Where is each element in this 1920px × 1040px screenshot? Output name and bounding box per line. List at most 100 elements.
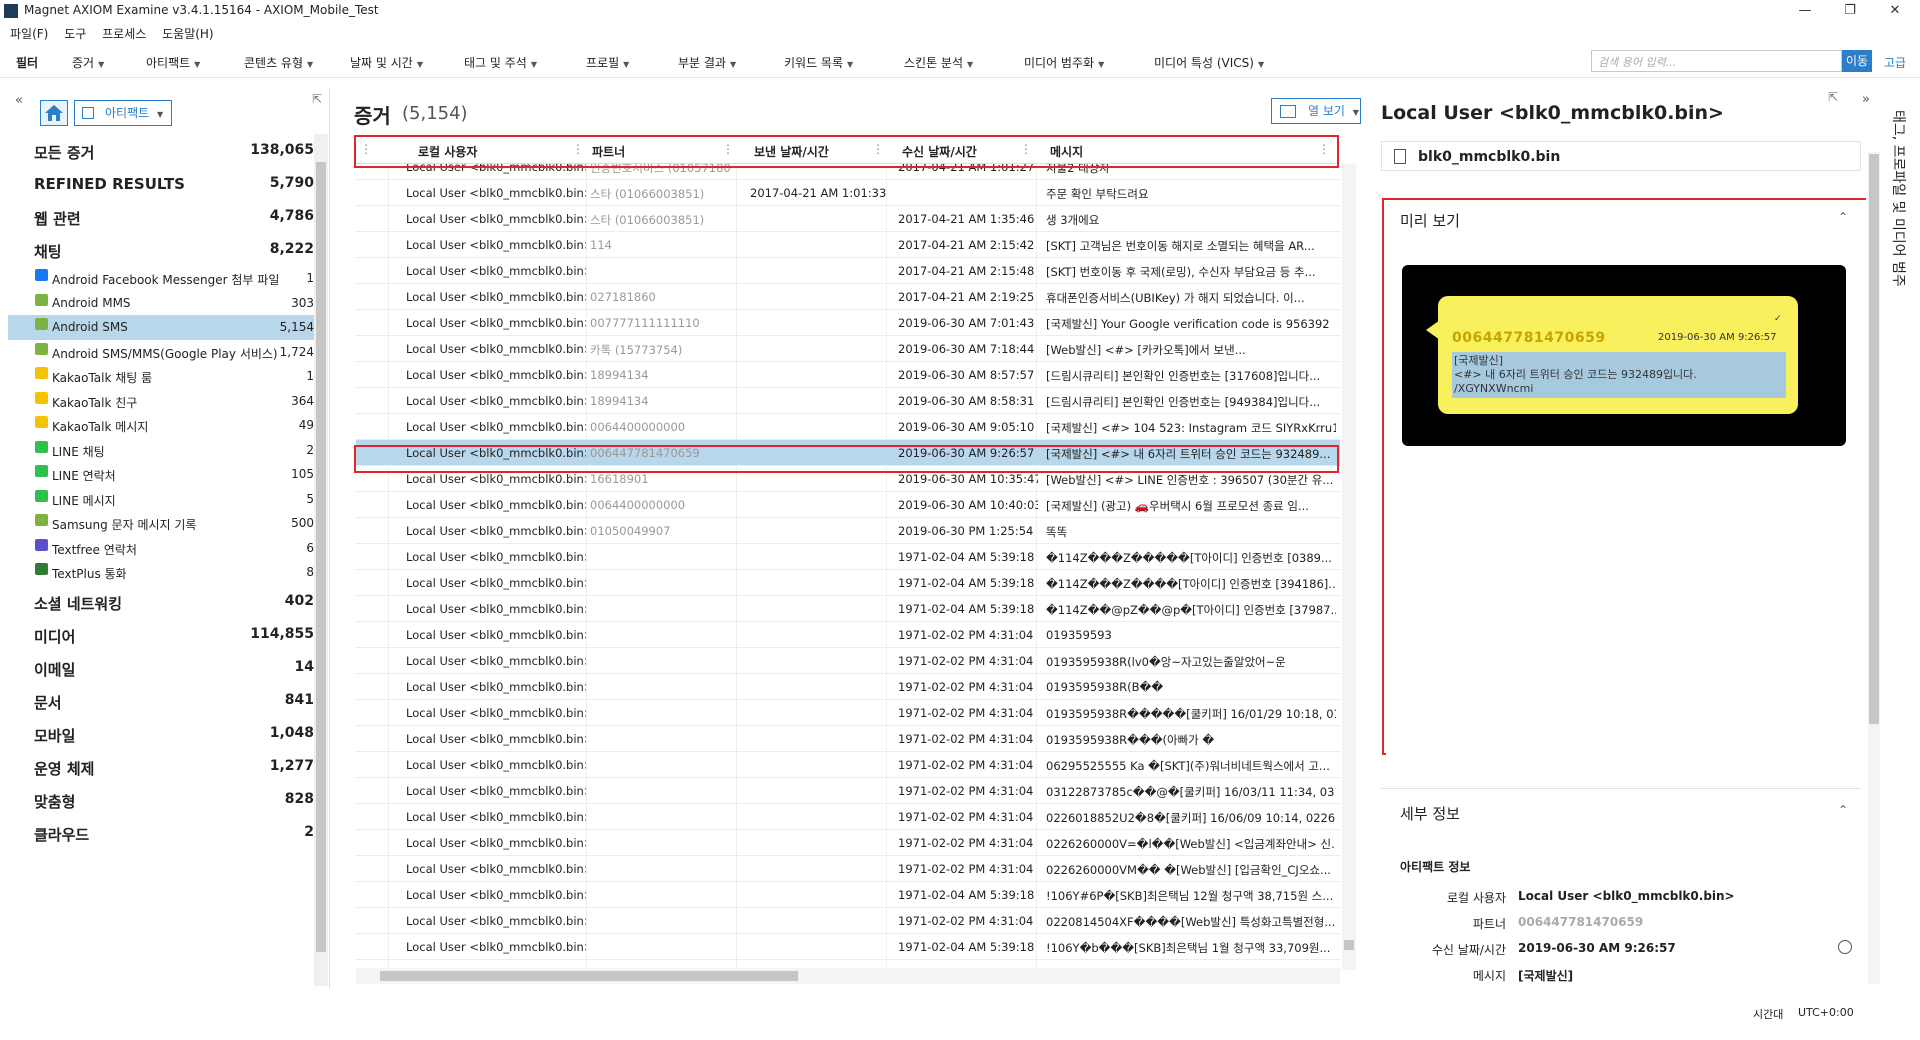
- column-header-message[interactable]: 메시지: [1050, 143, 1083, 160]
- table-row[interactable]: Local User <blk0_mmcblk0.bin> 00777711111…: [356, 310, 1340, 336]
- category-item[interactable]: 운영 체제 1,277: [8, 750, 314, 783]
- table-row[interactable]: Local User <blk0_mmcblk0.bin> 1971-02-02 …: [356, 908, 1340, 934]
- column-menu-icon[interactable]: ⋮: [1020, 142, 1032, 156]
- left-scrollbar[interactable]: [314, 134, 328, 986]
- artifact-item[interactable]: Samsung 문자 메시지 기록 500: [8, 511, 314, 536]
- advanced-link[interactable]: 고급: [1884, 54, 1906, 71]
- search-input[interactable]: 검색 용어 입력...: [1591, 50, 1842, 72]
- artifact-item[interactable]: Textfree 연락처 6: [8, 536, 314, 561]
- artifact-item[interactable]: KakaoTalk 메시지 49: [8, 413, 314, 438]
- category-item[interactable]: 미디어 114,855: [8, 618, 314, 651]
- go-button[interactable]: 이동: [1842, 50, 1872, 72]
- column-view-button[interactable]: 열 보기 ▼: [1271, 98, 1361, 124]
- pin-icon[interactable]: ⇱: [312, 92, 322, 106]
- filter-content-type[interactable]: 콘텐츠 유형 ▼: [244, 54, 313, 71]
- table-row[interactable]: Local User <blk0_mmcblk0.bin> 인증번호서비스 (01…: [356, 164, 1340, 180]
- table-row[interactable]: Local User <blk0_mmcblk0.bin> 카톡 (1577375…: [356, 336, 1340, 362]
- artifact-item[interactable]: KakaoTalk 친구 364: [8, 389, 314, 414]
- column-menu-icon[interactable]: ⋮: [1318, 142, 1330, 156]
- column-header-received[interactable]: 수신 날짜/시간: [902, 143, 977, 160]
- table-row[interactable]: Local User <blk0_mmcblk0.bin> 1971-02-02 …: [356, 648, 1340, 674]
- column-menu-icon[interactable]: ⋮: [360, 142, 372, 156]
- category-item[interactable]: 소셜 네트워킹 402: [8, 585, 314, 618]
- maximize-button[interactable]: ❐: [1830, 1, 1870, 21]
- close-button[interactable]: ✕: [1875, 1, 1915, 21]
- table-row[interactable]: Local User <blk0_mmcblk0.bin> 00644778147…: [356, 440, 1340, 466]
- pin-icon[interactable]: ⇱: [1828, 90, 1838, 104]
- table-row[interactable]: Local User <blk0_mmcblk0.bin> 1971-02-02 …: [356, 856, 1340, 882]
- table-row[interactable]: Local User <blk0_mmcblk0.bin> 1971-02-02 …: [356, 726, 1340, 752]
- table-row[interactable]: Local User <blk0_mmcblk0.bin> 1971-02-02 …: [356, 622, 1340, 648]
- table-row[interactable]: Local User <blk0_mmcblk0.bin> 1971-02-02 …: [356, 778, 1340, 804]
- category-item[interactable]: 채팅 8,222: [8, 233, 314, 266]
- column-menu-icon[interactable]: ⋮: [872, 142, 884, 156]
- tags-profiles-side-tab[interactable]: 태그, 프로파일 및 미디어 범주: [1887, 110, 1915, 340]
- column-header-local-user[interactable]: 로컬 사용자: [418, 143, 477, 160]
- table-row[interactable]: Local User <blk0_mmcblk0.bin> 00644000000…: [356, 414, 1340, 440]
- artifact-item[interactable]: Android SMS 5,154: [8, 315, 314, 340]
- table-row[interactable]: Local User <blk0_mmcblk0.bin> 1971-02-04 …: [356, 570, 1340, 596]
- home-button[interactable]: [40, 100, 68, 126]
- table-row[interactable]: Local User <blk0_mmcblk0.bin> 1971-02-02 …: [356, 700, 1340, 726]
- category-item[interactable]: 맞춤형 828: [8, 783, 314, 816]
- table-row[interactable]: Local User <blk0_mmcblk0.bin> 1971-02-04 …: [356, 596, 1340, 622]
- filter-evidence[interactable]: 증거 ▼: [72, 54, 104, 71]
- menu-tools[interactable]: 도구: [64, 24, 86, 44]
- table-row[interactable]: Local User <blk0_mmcblk0.bin> 2017-04-21 …: [356, 258, 1340, 284]
- menu-file[interactable]: 파일(F): [10, 24, 48, 44]
- table-row[interactable]: Local User <blk0_mmcblk0.bin> 16618901 201…: [356, 466, 1340, 492]
- table-row[interactable]: Local User <blk0_mmcblk0.bin> 스타 (0106600…: [356, 206, 1340, 232]
- column-menu-icon[interactable]: ⋮: [572, 142, 584, 156]
- filter-partial-results[interactable]: 부분 결과 ▼: [678, 54, 736, 71]
- table-row[interactable]: Local User <blk0_mmcblk0.bin> 1971-02-04 …: [356, 934, 1340, 960]
- filter-media-vics[interactable]: 미디어 특성 (VICS) ▼: [1154, 54, 1264, 71]
- grid-vertical-scrollbar[interactable]: [1342, 164, 1356, 970]
- category-item[interactable]: 이메일 14: [8, 651, 314, 684]
- scroll-thumb[interactable]: [1869, 154, 1879, 724]
- column-menu-icon[interactable]: ⋮: [722, 142, 734, 156]
- filter-media-categorization[interactable]: 미디어 범주화 ▼: [1024, 54, 1104, 71]
- collapse-right-icon[interactable]: »: [1862, 92, 1870, 107]
- table-row[interactable]: Local User <blk0_mmcblk0.bin> 114 2017-04-…: [356, 232, 1340, 258]
- filter-profile[interactable]: 프로필 ▼: [586, 54, 629, 71]
- scroll-thumb[interactable]: [1344, 940, 1354, 950]
- artifact-view-dropdown[interactable]: 아티팩트 ▼: [74, 100, 172, 126]
- table-row[interactable]: Local User <blk0_mmcblk0.bin> 1971-02-04 …: [356, 882, 1340, 908]
- artifact-item[interactable]: LINE 메시지 5: [8, 487, 314, 512]
- filter-tags-comments[interactable]: 태그 및 주석 ▼: [464, 54, 537, 71]
- minimize-button[interactable]: —: [1785, 1, 1825, 21]
- menu-process[interactable]: 프로세스: [102, 24, 146, 44]
- right-scrollbar[interactable]: [1868, 152, 1880, 984]
- filter-date-time[interactable]: 날짜 및 시간 ▼: [350, 54, 423, 71]
- table-row[interactable]: Local User <blk0_mmcblk0.bin> 18994134 201…: [356, 362, 1340, 388]
- column-header-partner[interactable]: 파트너: [592, 143, 625, 160]
- collapse-details-icon[interactable]: ⌃: [1838, 803, 1848, 817]
- table-row[interactable]: Local User <blk0_mmcblk0.bin> 1971-02-02 …: [356, 674, 1340, 700]
- artifact-item[interactable]: Android SMS/MMS(Google Play 서비스) 1,724: [8, 340, 314, 365]
- artifact-item[interactable]: Android Facebook Messenger 첨부 파일 1: [8, 266, 314, 291]
- artifact-item[interactable]: LINE 연락처 105: [8, 462, 314, 487]
- column-header-sent[interactable]: 보낸 날짜/시간: [754, 143, 829, 160]
- artifact-item[interactable]: LINE 채팅 2: [8, 438, 314, 463]
- filter-skin-tone[interactable]: 스킨톤 분석 ▼: [904, 54, 973, 71]
- collapse-left-icon[interactable]: «: [15, 93, 23, 108]
- table-row[interactable]: Local User <blk0_mmcblk0.bin> 스타 (0106600…: [356, 180, 1340, 206]
- category-item[interactable]: 모든 증거 138,065: [8, 134, 314, 167]
- table-row[interactable]: Local User <blk0_mmcblk0.bin> 1971-02-04 …: [356, 544, 1340, 570]
- category-item[interactable]: 문서 841: [8, 684, 314, 717]
- table-row[interactable]: Local User <blk0_mmcblk0.bin> 027181860 20…: [356, 284, 1340, 310]
- category-item[interactable]: 모바일 1,048: [8, 717, 314, 750]
- table-row[interactable]: Local User <blk0_mmcblk0.bin> 1971-02-02 …: [356, 752, 1340, 778]
- scroll-thumb[interactable]: [380, 971, 798, 981]
- artifact-item[interactable]: KakaoTalk 채팅 룸 1: [8, 364, 314, 389]
- table-row[interactable]: Local User <blk0_mmcblk0.bin> 1971-02-02 …: [356, 804, 1340, 830]
- artifact-item[interactable]: TextPlus 통화 8: [8, 560, 314, 585]
- category-item[interactable]: 클라우드 2: [8, 816, 314, 849]
- category-item[interactable]: REFINED RESULTS 5,790: [8, 167, 314, 200]
- menu-help[interactable]: 도움말(H): [162, 24, 214, 44]
- grid-horizontal-scrollbar[interactable]: [356, 968, 1340, 984]
- clock-icon[interactable]: [1838, 940, 1852, 954]
- scroll-thumb[interactable]: [316, 162, 326, 952]
- source-file-row[interactable]: blk0_mmcblk0.bin: [1381, 141, 1861, 171]
- artifact-item[interactable]: Android MMS 303: [8, 291, 314, 316]
